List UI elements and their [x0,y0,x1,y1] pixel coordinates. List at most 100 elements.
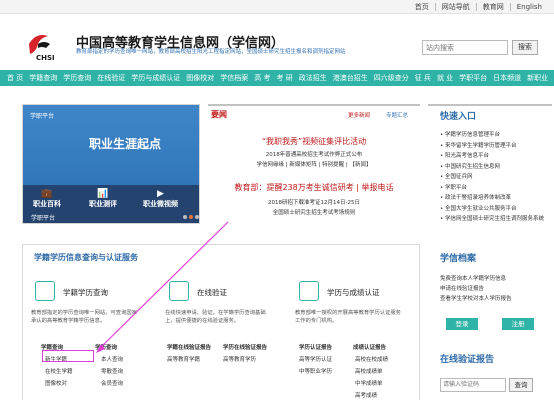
chart-icon: 📊 [97,189,109,199]
nav-item[interactable]: 学历查询 [63,73,91,83]
nav-item[interactable]: 政法招生 [299,73,327,83]
service-desc: 在线快速申请、验证，在学籍学历查询基础上，提供便捷的在线验证服务。 [165,310,266,324]
report-title: 在线验证报告 [440,355,495,365]
nav-item[interactable]: 新职业 [527,73,548,83]
verification-code-input[interactable] [440,378,506,392]
link-current-student[interactable]: 在校生学籍 [45,367,73,375]
nav-item[interactable]: 学信档案 [220,73,248,83]
monitor-icon [169,281,189,301]
top-link-edu-net[interactable]: 教育网 [483,2,504,12]
dossier-title: 学信档案 [440,254,477,264]
news-item[interactable]: 2018年普通高校招生考试作弊正式公布 [208,150,420,158]
link-degree-query[interactable]: 学历查询 [95,343,117,351]
news-headline[interactable]: “我职我秀”视频征集评比活动 [208,136,420,147]
quick-entry-label: 学职平台 [445,184,468,191]
career-banner[interactable]: 学职平台 职业生涯起点 💼 职业百科 📊 职业测评 ▶ 职业微视频 学职平台 [22,104,200,224]
link-higher-ed-degree[interactable]: 高等教育学历 [223,355,256,363]
nav-item[interactable]: 四六级查分 [374,73,409,83]
services-panel: 学籍学历信息查询与认证服务 学籍学历查询 教育部指定的学历查询唯一网站，可查询国… [22,244,420,400]
main-nav: 首 页学籍查询 学历查询 在线验证 学历与成绩认证 图像校对 学信档案高 考考 研政法招生… [0,70,554,86]
top-link-english[interactable]: English [517,3,542,11]
quick-entry-label: 学籍学历信息管理平台 [445,132,501,138]
link-vocational-degree[interactable]: 中等职业学历 [299,367,332,375]
quick-entry-link[interactable]: • 学信网全国硕士研究生招生调剂服务系统 [440,214,544,222]
quick-entry-label: 政法干警招录培养体制改革 [445,195,512,201]
link-self-query[interactable]: 本人查询 [101,355,123,363]
link-middle-school-transcript[interactable]: 中学成绩单 [355,379,383,387]
nav-item[interactable]: 图像校对 [186,73,214,83]
nav-item[interactable]: 高 考 [254,73,270,83]
service-heading[interactable]: 在线验证 [197,287,227,298]
site-tagline: 教育部指定的学历查询唯一网站，教育部高校招生阳光工程指定网站，全国硕士研究生招生… [76,49,346,55]
banner-item-career-video[interactable]: ▶ 职业微视频 [143,189,178,209]
service-heading[interactable]: 学籍学历查询 [63,287,108,298]
link-gaokao-score[interactable]: 高考成绩 [355,391,377,399]
quick-entry-link[interactable]: • 学职平台 [440,183,467,191]
quick-entry-link[interactable]: • 中国研究生招生信息网 [440,162,500,170]
search-button[interactable]: 搜索 [512,40,538,55]
nav-item[interactable]: 学籍查询 [29,73,57,83]
banner-item-career-encyclopedia[interactable]: 💼 职业百科 [33,189,61,209]
news-panel: 要闻 更多新闻 专题汇总 “我职我秀”视频征集评比活动 2018年普通高校招生考… [208,104,420,226]
briefcase-icon: 💼 [41,189,53,199]
quick-entry-link[interactable]: • 来华留学生学籍学历管理平台 [440,141,517,149]
nav-item[interactable]: 学历与成绩认证 [131,73,180,83]
topic-summary-link[interactable]: 专题汇总 [386,111,408,119]
service-heading[interactable]: 学历与成绩认证 [327,287,380,298]
link-score-cert-report[interactable]: 成绩认证报告 [353,343,386,351]
site-search-input[interactable] [422,40,508,55]
chsi-logo-icon[interactable]: CHSI [26,30,62,62]
quick-entry-link[interactable]: • 全国征兵网 [440,172,473,180]
quick-entry-link[interactable]: • 全国大学生就业公共服务平台 [440,204,517,212]
top-link-home[interactable]: 首页 [415,2,429,12]
top-links: 首页 网站导航 教育网 English [415,2,542,12]
register-button[interactable]: 注册 [502,318,534,330]
link-higher-degree-cert[interactable]: 高等学历认证 [299,355,332,363]
document-search-icon [35,281,55,301]
nav-item[interactable]: 考 研 [276,73,292,83]
quick-entry-link[interactable]: • 阳光高考信息平台 [440,151,489,159]
link-image-check[interactable]: 图像校对 [45,379,67,387]
nav-item[interactable]: 学职平台 [459,73,487,83]
banner-title: 职业生涯起点 [89,137,162,151]
quick-entry-link[interactable]: • 政法干警招录培养体制改革 [440,193,511,201]
link-college-score[interactable]: 高校在校成绩 [355,355,388,363]
quick-entry-link[interactable]: • 学籍学历信息管理平台 [440,130,500,138]
nav-item[interactable]: 港澳台招生 [333,73,368,83]
top-utility-bar: 首页 网站导航 教育网 English [0,0,554,14]
top-link-sitemap[interactable]: 网站导航 [442,2,470,12]
nav-item[interactable]: 日本频道 [493,73,521,83]
nav-item[interactable]: 征 兵 [415,73,431,83]
nav-item[interactable]: 在线验证 [97,73,125,83]
certificate-icon [299,281,319,301]
link-degree-report[interactable]: 学历在线验证报告 [223,343,267,351]
news-item[interactable]: 全国硕士研究生招生考试考场规则 [208,208,420,216]
carousel-dot[interactable] [195,215,199,219]
video-icon: ▶ [157,189,164,199]
nav-item[interactable]: 就 业 [437,73,453,83]
news-item[interactable]: 学信网缘缘 | 新媒体矩阵 | 特别提醒 | 【新闻】 [208,160,420,168]
banner-item-career-test[interactable]: 📊 职业测评 [89,189,117,209]
link-college-transcript[interactable]: 高校成绩单 [355,367,383,375]
link-status-report[interactable]: 学籍在线验证报告 [167,343,211,351]
divider [434,3,436,11]
link-scattered-query[interactable]: 零散查询 [101,367,123,375]
quick-entry-label: 全国大学生就业公共服务平台 [445,205,517,212]
news-title: 要闻 [211,110,227,119]
more-news-link[interactable]: 更多新闻 [348,111,370,119]
link-higher-ed-status[interactable]: 高等教育学籍 [167,355,200,363]
services-title: 学籍学历信息查询与认证服务 [34,253,138,262]
query-button[interactable]: 查询 [509,378,533,392]
quick-entry-label: 来华留学生学籍学历管理平台 [445,142,517,149]
carousel-dot[interactable] [183,215,187,219]
link-member-query[interactable]: 会员查询 [101,379,123,387]
divider [475,3,477,11]
news-item[interactable]: 2018研招下载准考证12月14日-25日 [208,198,420,206]
service-desc: 教育部指定的学历查询唯一网站，可查询国家承认的高等教育学籍学历信息。 [31,310,137,324]
link-degree-cert-report[interactable]: 学历认证报告 [299,343,332,351]
carousel-dots[interactable] [183,215,199,219]
nav-item[interactable]: 首 页 [7,73,23,83]
carousel-dot[interactable] [189,215,193,219]
login-button[interactable]: 登录 [446,318,478,330]
news-headline[interactable]: 教育部：提醒238万考生诚信研考 | 举报电话 [208,182,420,193]
